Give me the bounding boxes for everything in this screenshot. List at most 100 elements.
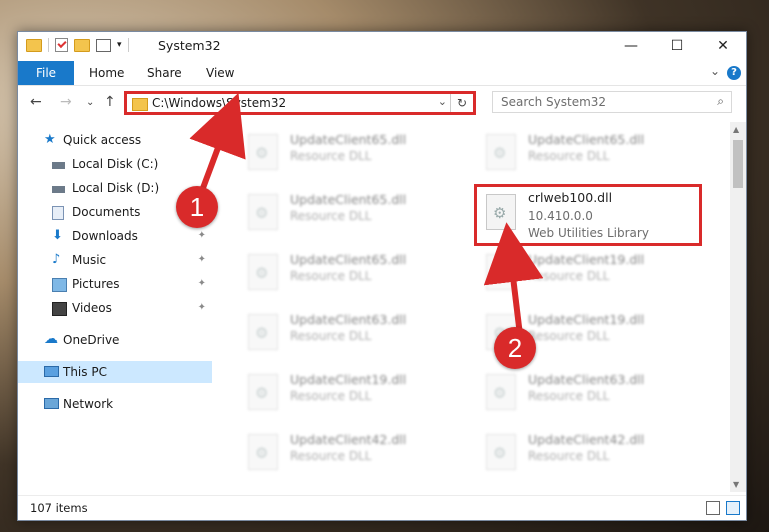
sidebar-item-label: Network [63,397,114,411]
sidebar-item-label: This PC [63,365,107,379]
vertical-scrollbar[interactable]: ▲ ▼ [730,122,746,492]
pin-icon: ✦ [197,278,206,289]
cloud-icon: ☁ [44,331,58,347]
sidebar-item-label: Videos [72,301,112,315]
new-folder-icon[interactable] [74,38,90,52]
list-item[interactable]: UpdateClient65.dll Resource DLL [480,128,700,172]
pin-icon: ✦ [197,254,206,265]
drive-icon [52,162,65,169]
file-highlight-box [474,184,702,246]
sidebar-item-label: Downloads [72,229,138,243]
list-item[interactable]: UpdateClient19.dll Resource DLL [480,248,700,292]
file-list: UpdateClient65.dll Resource DLL UpdateCl… [228,124,728,496]
item-count: 107 items [30,501,88,515]
list-item[interactable]: UpdateClient42.dll Resource DLL [480,428,700,472]
dll-file-icon [486,374,516,410]
dll-file-icon [248,134,278,170]
sidebar-item-downloads[interactable]: ⬇ Downloads ✦ [18,225,212,247]
star-icon: ★ [44,132,56,147]
recent-locations-button[interactable]: ⌄ [86,97,94,108]
tiles-view-icon[interactable] [726,501,740,515]
list-item[interactable]: UpdateClient65.dll Resource DLL [242,128,462,172]
separator [127,38,129,52]
documents-icon [52,206,64,220]
refresh-button[interactable]: ↻ [450,94,473,112]
status-bar: 107 items [18,495,746,520]
sidebar-item-label: Pictures [72,277,120,291]
list-item[interactable]: UpdateClient63.dll Resource DLL [480,368,700,412]
folder-icon [132,98,148,111]
list-item[interactable]: UpdateClient63.dll Resource DLL [242,308,462,352]
sidebar-item-music[interactable]: ♪ Music ✦ [18,249,212,271]
ribbon-expand-icon[interactable]: ⌄ [710,64,720,78]
callout-badge-2: 2 [494,327,536,369]
navigation-pane: ★ Quick access Local Disk (C:) Local Dis… [18,122,212,492]
search-icon[interactable]: ⌕ [717,94,724,109]
sidebar-item-network[interactable]: Network [18,393,212,415]
separator [48,38,49,52]
address-path[interactable]: C:\Windows\System32 [152,96,286,110]
up-button[interactable]: ↑ [104,94,116,110]
address-bar[interactable]: C:\Windows\System32 ⌄ ↻ [124,91,476,115]
sidebar-item-this-pc[interactable]: This PC [18,361,212,383]
ribbon-tabs: File Home Share View ⌄ ? [18,61,746,86]
view-toggle [706,501,740,515]
list-item[interactable]: UpdateClient65.dll Resource DLL [242,188,462,232]
help-icon[interactable]: ? [727,66,741,80]
tab-file[interactable]: File [18,61,74,85]
pin-icon: ✦ [197,230,206,241]
sidebar-item-onedrive[interactable]: ☁ OneDrive [18,329,212,351]
list-item[interactable]: UpdateClient65.dll Resource DLL [242,248,462,292]
music-icon: ♪ [52,252,61,267]
dll-file-icon [248,374,278,410]
search-box[interactable]: Search System32 ⌕ [492,91,732,113]
download-icon: ⬇ [52,228,63,243]
tab-home[interactable]: Home [89,61,124,85]
callout-badge-1: 1 [176,186,218,228]
sidebar-item-local-disk-c[interactable]: Local Disk (C:) [18,153,212,175]
maximize-button[interactable]: ☐ [654,32,700,60]
scrollbar-thumb[interactable] [733,140,743,188]
dll-file-icon [486,134,516,170]
dll-file-icon [248,314,278,350]
window-title: System32 [158,38,221,53]
sidebar-item-label: Local Disk (C:) [72,157,159,171]
computer-icon [44,366,59,377]
sidebar-item-videos[interactable]: Videos ✦ [18,297,212,319]
minimize-button[interactable]: — [608,32,654,60]
pin-icon: ✦ [197,302,206,313]
close-button[interactable]: ✕ [700,32,746,60]
dll-file-icon [248,254,278,290]
scroll-down-icon[interactable]: ▼ [733,480,739,489]
quick-access-toolbar: ▾ [26,38,129,52]
details-view-icon[interactable] [706,501,720,515]
search-placeholder: Search System32 [501,95,607,109]
title-bar: ▾ System32 — ☐ ✕ [18,32,746,60]
properties-check-icon[interactable] [55,38,68,52]
back-button[interactable]: ← [30,94,42,110]
dll-file-icon [486,254,516,290]
sidebar-item-label: Quick access [63,133,142,147]
scroll-up-icon[interactable]: ▲ [733,125,739,134]
tab-view[interactable]: View [206,61,234,85]
tab-share[interactable]: Share [147,61,182,85]
sidebar-item-quick-access[interactable]: ★ Quick access [18,129,212,151]
sidebar-item-label: Music [72,253,107,267]
navigation-bar: ← → ⌄ ↑ C:\Windows\System32 ⌄ ↻ Search S… [18,88,746,118]
chevron-down-icon[interactable]: ⌄ [438,95,447,108]
sidebar-item-label: Local Disk (D:) [72,181,160,195]
forward-button[interactable]: → [60,94,72,110]
dll-file-icon [248,194,278,230]
chevron-down-icon[interactable]: ▾ [117,40,122,50]
folder-icon [26,38,42,52]
file-explorer-window: ▾ System32 — ☐ ✕ File Home Share View ⌄ … [17,31,747,521]
drive-icon [52,186,65,193]
videos-icon [52,302,67,316]
pictures-icon [52,278,67,292]
dll-file-icon [248,434,278,470]
list-item[interactable]: UpdateClient19.dll Resource DLL [242,368,462,412]
toolbar-customize-icon[interactable] [96,38,111,52]
sidebar-item-label: Documents [72,205,141,219]
list-item[interactable]: UpdateClient42.dll Resource DLL [242,428,462,472]
sidebar-item-pictures[interactable]: Pictures ✦ [18,273,212,295]
